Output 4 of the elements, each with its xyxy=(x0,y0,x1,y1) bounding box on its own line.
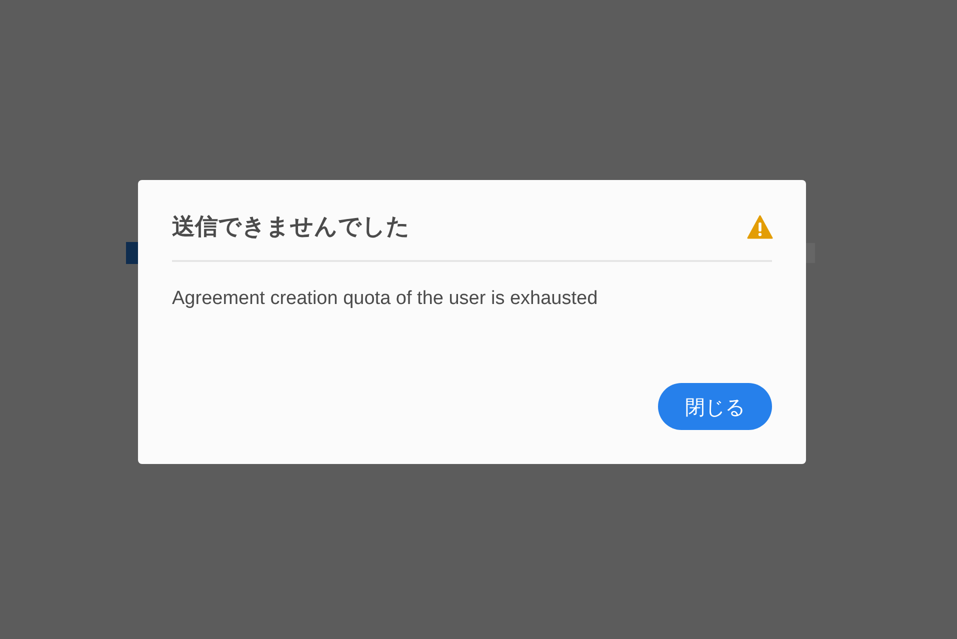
warning-icon xyxy=(747,215,773,239)
error-message: Agreement creation quota of the user is exhausted xyxy=(172,286,599,311)
dialog-title: 送信できませんでした xyxy=(172,214,410,242)
close-button[interactable]: 閉じる xyxy=(658,383,772,430)
